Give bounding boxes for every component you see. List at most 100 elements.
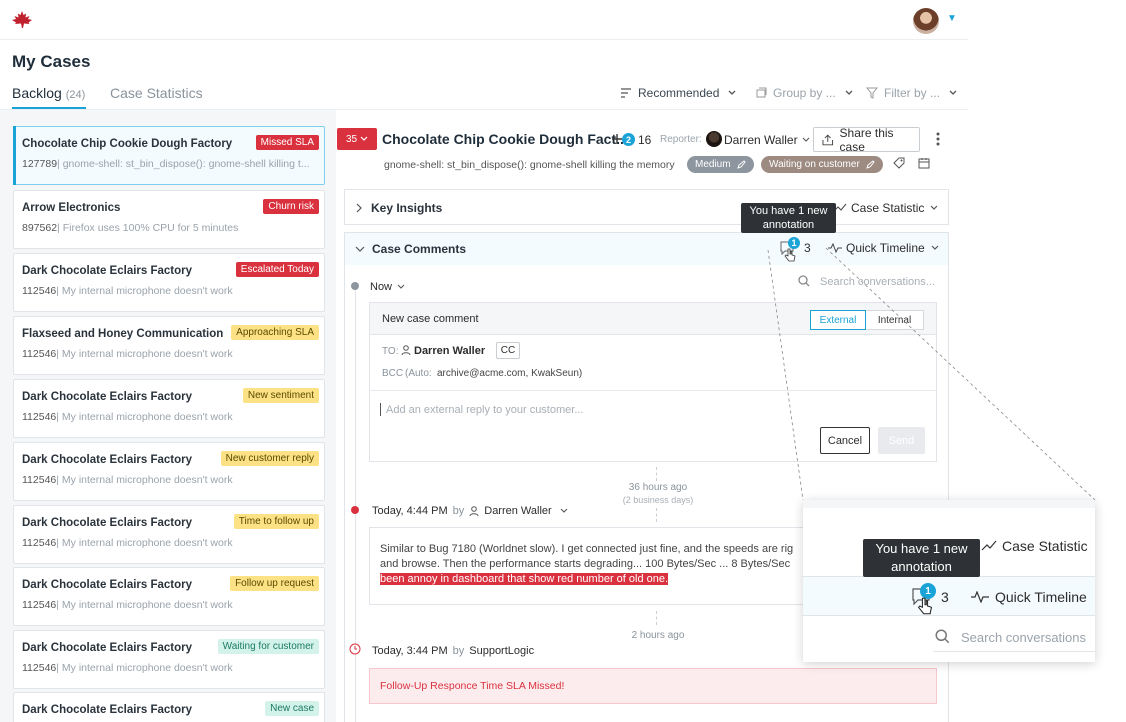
- group-by-dropdown[interactable]: Group by ...: [755, 86, 856, 100]
- case-subtitle: gnome-shell: st_bin_dispose(): gnome-she…: [384, 159, 675, 171]
- case-card-title: Dark Chocolate Eclairs Factory: [22, 579, 193, 591]
- case-status-badge: Churn risk: [263, 199, 319, 214]
- case-card-title: Dark Chocolate Eclairs Factory: [22, 391, 193, 403]
- calendar-icon[interactable]: [918, 157, 930, 169]
- reporter-dropdown[interactable]: Darren Waller: [724, 133, 810, 147]
- case-card-title: Chocolate Chip Cookie Dough Factory: [22, 138, 233, 150]
- send-button[interactable]: Send: [878, 427, 925, 454]
- chevron-down-icon: [931, 245, 939, 250]
- case-card-title: Dark Chocolate Eclairs Factory: [22, 517, 193, 529]
- user-avatar[interactable]: [913, 8, 939, 34]
- now-dropdown[interactable]: Now: [370, 281, 406, 293]
- gap-business-days: (2 business days): [622, 495, 694, 505]
- clock-alert-icon: [349, 643, 361, 655]
- chevron-right-icon: [356, 203, 362, 213]
- case-card-subtitle: 112546| My internal microphone doesn't w…: [22, 474, 233, 486]
- case-card[interactable]: Dark Chocolate Eclairs Factory Time to fo…: [13, 505, 325, 564]
- new-comment-composer: New case comment External Internal TO: D…: [369, 302, 937, 462]
- event-author: SupportLogic: [469, 645, 535, 657]
- reply-textarea[interactable]: Add an external reply to your customer..…: [386, 404, 584, 416]
- key-insights-label: Key Insights: [371, 201, 443, 215]
- maple-leaf-logo[interactable]: [10, 10, 34, 30]
- quick-timeline-label: Quick Timeline: [846, 241, 925, 255]
- severity-label: Medium: [695, 159, 731, 170]
- cancel-button[interactable]: Cancel: [820, 427, 870, 454]
- quick-timeline-dropdown[interactable]: Quick Timeline: [828, 241, 941, 255]
- case-card-subtitle: 112546| My internal microphone doesn't w…: [22, 537, 233, 549]
- pointer-hand-icon: [784, 248, 796, 262]
- filter-by-label: Filter by ...: [884, 86, 941, 100]
- chevron-down-icon[interactable]: [557, 507, 571, 515]
- case-status-badge: Time to follow up: [233, 514, 319, 529]
- avatar-menu-caret-icon[interactable]: ▼: [947, 13, 957, 24]
- case-card[interactable]: Dark Chocolate Eclairs FactoryNew case11…: [13, 692, 325, 722]
- case-description: gnome-shell: st_bin_dispose(): gnome-she…: [62, 158, 310, 170]
- case-status-badge: New customer reply: [220, 451, 319, 466]
- more-options-icon[interactable]: [935, 131, 941, 147]
- now-label: Now: [370, 281, 393, 293]
- status-label: Waiting on customer: [769, 159, 860, 170]
- tab-backlog-label: Backlog: [12, 85, 62, 101]
- case-card-title: Dark Chocolate Eclairs Factory: [22, 704, 193, 716]
- case-statistic-dropdown[interactable]: Case Statistic: [833, 201, 940, 215]
- search-conversations-input[interactable]: Search conversations...: [820, 276, 935, 288]
- case-card[interactable]: Arrow Electronics Churn risk 897562| Firef…: [13, 190, 325, 249]
- reporter-avatar: [706, 131, 722, 147]
- case-card[interactable]: Dark Chocolate Eclairs Factory Escalated …: [13, 253, 325, 312]
- pulse-icon: [971, 591, 989, 603]
- tab-case-statistics[interactable]: Case Statistics: [110, 85, 203, 101]
- composer-header: New case comment External Internal: [370, 303, 936, 335]
- bcc-value: archive@acme.com, KwakSeun): [437, 368, 583, 379]
- zoom-annotation-tooltip: You have 1 new annotation: [863, 539, 980, 577]
- to-recipient[interactable]: Darren Waller: [414, 345, 485, 357]
- share-case-button[interactable]: Share this case: [813, 126, 920, 154]
- case-card-subtitle: 127789| gnome-shell: st_bin_dispose(): g…: [22, 158, 310, 170]
- user-icon: [469, 505, 479, 516]
- case-id: 112546: [22, 537, 57, 549]
- reporter-label: Reporter:: [660, 134, 702, 145]
- case-id: 112546: [22, 348, 57, 360]
- bcc-label: BCC: [382, 368, 404, 379]
- sort-dropdown[interactable]: Recommended: [620, 86, 739, 100]
- case-id: 127789: [22, 158, 58, 170]
- case-status-badge: Approaching SLA: [231, 325, 319, 340]
- case-id: 112546: [22, 474, 57, 486]
- severity-pill[interactable]: Medium: [687, 156, 754, 173]
- comment-count: 3: [804, 241, 811, 255]
- tag-icon[interactable]: [893, 157, 905, 169]
- annotated-highlight[interactable]: been annoy in dashboard that show red nu…: [380, 573, 669, 585]
- filter-by-dropdown[interactable]: Filter by ...: [866, 86, 960, 100]
- zoom-search-input[interactable]: Search conversations: [961, 630, 1086, 645]
- zoom-quick-timeline[interactable]: Quick Timeline: [971, 589, 1087, 605]
- top-bar: [0, 0, 968, 40]
- cc-button[interactable]: CC: [496, 342, 520, 359]
- group-icon: [756, 87, 767, 98]
- chevron-down-icon: [355, 246, 365, 252]
- priority-score-dropdown[interactable]: 35: [337, 128, 377, 150]
- external-toggle[interactable]: External: [810, 310, 866, 330]
- zoom-top-strip: [803, 500, 1095, 508]
- case-card[interactable]: Flaxseed and Honey Communication Approach…: [13, 316, 325, 375]
- chevron-down-icon: [802, 137, 809, 142]
- composer-title: New case comment: [382, 313, 479, 325]
- case-card[interactable]: Dark Chocolate Eclairs Factory New sentim…: [13, 379, 325, 438]
- tab-backlog[interactable]: Backlog (24): [12, 85, 85, 101]
- case-id: 112546: [22, 662, 57, 674]
- zoom-comment-count: 3: [941, 589, 949, 605]
- case-card[interactable]: Dark Chocolate Eclairs Factory New custom…: [13, 442, 325, 501]
- case-status-badge: Waiting for customer: [217, 639, 319, 654]
- case-id: 112546: [22, 411, 57, 423]
- sla-missed-alert: Follow-Up Responce Time SLA Missed!: [369, 668, 937, 704]
- page-title: My Cases: [12, 52, 91, 71]
- composer-divider: [370, 390, 936, 391]
- line-chart-icon: [981, 540, 997, 551]
- case-card[interactable]: Dark Chocolate Eclairs Factory Follow up …: [13, 567, 325, 626]
- case-card[interactable]: Dark Chocolate Eclairs Factory Waiting fo…: [13, 630, 325, 689]
- internal-toggle[interactable]: Internal: [866, 310, 924, 330]
- case-card-subtitle: 112546| My internal microphone doesn't w…: [22, 599, 233, 611]
- zoom-case-statistic[interactable]: Case Statistic: [981, 538, 1088, 554]
- gap-connector: [656, 611, 657, 625]
- status-pill[interactable]: Waiting on customer: [761, 156, 883, 173]
- case-card-title: Flaxseed and Honey Communication: [22, 328, 224, 340]
- case-card[interactable]: Chocolate Chip Cookie Dough Factory Misse…: [13, 126, 325, 185]
